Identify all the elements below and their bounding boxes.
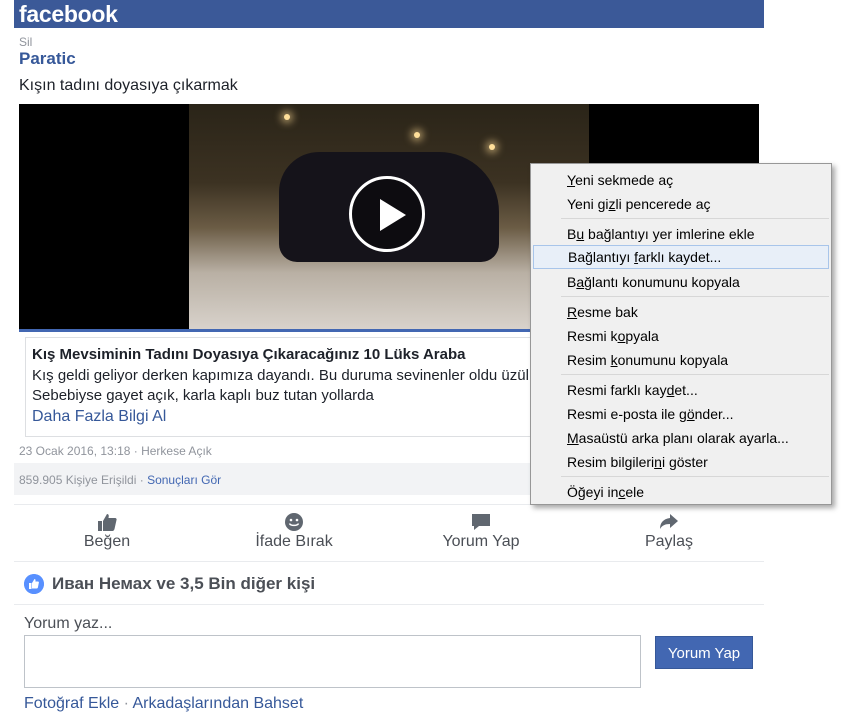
- menu-item-view-image-info[interactable]: Resim bilgilerini göster: [533, 450, 829, 474]
- mention-friends-link[interactable]: Arkadaşlarından Bahset: [133, 695, 304, 712]
- react-button[interactable]: İfade Bırak: [214, 505, 374, 551]
- share-icon: [660, 514, 678, 529]
- share-button[interactable]: Paylaş: [589, 505, 749, 551]
- link-description: Kış geldi geliyor derken kapımıza dayand…: [32, 367, 537, 404]
- menu-item-bookmark-link[interactable]: Bu bağlantıyı yer imlerine ekle: [533, 222, 829, 246]
- context-menu: Yeni sekmede aç Yeni gizli pencerede aç …: [530, 163, 832, 505]
- share-label: Paylaş: [644, 533, 694, 550]
- smiley-icon: [285, 513, 303, 531]
- reach-info: 859.905 Kişiye Erişildi · Sonuçları Gör: [19, 473, 221, 487]
- menu-item-save-image-as[interactable]: Resmi farklı kaydet...: [533, 378, 829, 402]
- menu-item-copy-image-location[interactable]: Resim konumunu kopyala: [533, 348, 829, 372]
- menu-separator: [561, 476, 829, 477]
- reach-count: 859.905 Kişiye Erişildi: [19, 473, 137, 487]
- likes-summary[interactable]: Иван Немах ve 3,5 Bin diğer kişi: [14, 562, 764, 605]
- play-button-icon[interactable]: [349, 176, 425, 252]
- post-meta: 23 Ocak 2016, 13:18 · Herkese Açık: [19, 444, 212, 458]
- link-preview[interactable]: Kış Mevsiminin Tadını Doyasıya Çıkaracağ…: [25, 337, 537, 437]
- like-button[interactable]: Beğen: [27, 505, 187, 551]
- see-results-link[interactable]: Sonuçları Gör: [147, 473, 221, 487]
- street-light: [489, 144, 495, 150]
- menu-item-copy-link-location[interactable]: Bağlantı konumunu kopyala: [533, 270, 829, 294]
- menu-item-save-link-as[interactable]: Bağlantıyı farklı kaydet...: [533, 245, 829, 269]
- menu-item-set-desktop-background[interactable]: Masaüstü arka planı olarak ayarla...: [533, 426, 829, 450]
- comment-button[interactable]: Yorum Yap: [401, 505, 561, 551]
- comment-links: Fotoğraf Ekle · Arkadaşlarından Bahset: [24, 695, 303, 713]
- menu-separator: [561, 374, 829, 375]
- learn-more-link[interactable]: Daha Fazla Bilgi Al: [32, 408, 166, 426]
- street-light: [284, 114, 290, 120]
- likes-text[interactable]: Иван Немах ve 3,5 Bin diğer kişi: [52, 574, 315, 594]
- post-actions: Beğen İfade Bırak Yorum Yap Paylaş: [14, 504, 764, 562]
- react-label: İfade Bırak: [255, 533, 333, 550]
- post-text: Kışın tadını doyasıya çıkarmak: [19, 77, 238, 94]
- menu-item-inspect-element[interactable]: Öğeyi incele: [533, 480, 829, 504]
- separator: ·: [136, 473, 148, 487]
- comment-label: Yorum Yap: [442, 533, 520, 550]
- add-photo-link[interactable]: Fotoğraf Ekle: [24, 695, 119, 712]
- menu-item-copy-image[interactable]: Resmi kopyala: [533, 324, 829, 348]
- top-bar: facebook: [14, 0, 764, 28]
- menu-separator: [561, 218, 829, 219]
- street-light: [414, 132, 420, 138]
- menu-item-view-image[interactable]: Resme bak: [533, 300, 829, 324]
- like-badge-icon: [24, 574, 44, 594]
- menu-item-open-new-tab[interactable]: Yeni sekmede aç: [533, 168, 829, 192]
- comment-prompt: Yorum yaz...: [24, 615, 113, 632]
- menu-item-email-image[interactable]: Resmi e-posta ile gönder...: [533, 402, 829, 426]
- comment-input[interactable]: [24, 635, 641, 688]
- link-title[interactable]: Kış Mevsiminin Tadını Doyasıya Çıkaracağ…: [32, 346, 466, 363]
- menu-separator: [561, 296, 829, 297]
- thumbs-up-icon: [98, 514, 117, 531]
- menu-item-open-private-window[interactable]: Yeni gizli pencerede aç: [533, 192, 829, 216]
- delete-link[interactable]: Sil: [19, 35, 32, 49]
- like-label: Beğen: [83, 533, 131, 550]
- comment-icon: [472, 514, 490, 530]
- separator: ·: [119, 695, 133, 712]
- page-name[interactable]: Paratic: [19, 49, 76, 69]
- comment-submit-button[interactable]: Yorum Yap: [655, 636, 753, 669]
- facebook-logo[interactable]: facebook: [19, 0, 118, 28]
